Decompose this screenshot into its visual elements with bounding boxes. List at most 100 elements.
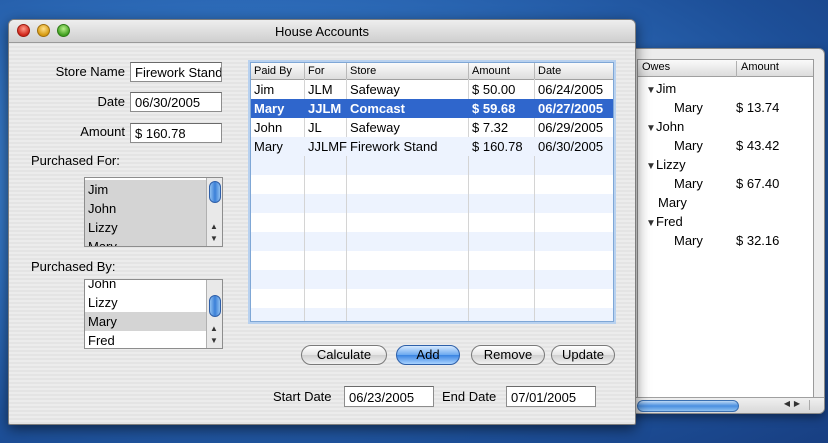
outline-amount: $ 67.40 [736, 176, 780, 191]
outline-person: John [656, 119, 685, 134]
outline-group-john[interactable]: ▼John [646, 119, 684, 134]
owes-window: Owes Amount ▼Jim Mary $ 13.74 ▼John Mary… [628, 48, 825, 414]
table-row[interactable]: Jim JLM Safeway $ 50.00 06/24/2005 [251, 80, 613, 99]
scroll-thumb[interactable] [209, 295, 221, 317]
cell-store: Safeway [350, 120, 400, 135]
cell-paid-by: John [254, 120, 283, 135]
resize-grip-icon[interactable] [809, 400, 820, 410]
outline-amount: $ 13.74 [736, 100, 780, 115]
outline-person: Fred [656, 214, 683, 229]
end-date-field[interactable]: 07/01/2005 [506, 386, 596, 407]
date-field[interactable]: 06/30/2005 [130, 92, 222, 112]
remove-button[interactable]: Remove [471, 345, 545, 365]
end-date-label: End Date [442, 389, 497, 404]
empty-row [251, 270, 613, 289]
owes-header: Owes Amount [638, 60, 813, 77]
purchased-for-scrollbar[interactable]: ▲ ▼ [206, 178, 222, 246]
owes-outline-view[interactable]: Owes Amount ▼Jim Mary $ 13.74 ▼John Mary… [637, 59, 814, 403]
cell-amount: $ 7.32 [472, 120, 509, 135]
window-titlebar[interactable]: House Accounts [9, 20, 635, 43]
disclosure-triangle-icon[interactable]: ▼ [646, 161, 656, 172]
list-item[interactable]: Jim [85, 180, 207, 199]
purchased-for-list[interactable]: Jim John Lizzy Mary ▲ ▼ [84, 177, 223, 247]
empty-row [251, 194, 613, 213]
transactions-table[interactable]: Paid By For Store Amount Date Jim JLM Sa… [250, 62, 614, 322]
disclosure-triangle-icon[interactable]: ▼ [646, 218, 656, 229]
outline-debtor: Mary [674, 233, 703, 248]
outline-debtor: Mary [674, 138, 703, 153]
cell-for: JJLM [308, 101, 342, 116]
cell-paid-by: Mary [254, 101, 285, 116]
purchased-by-scrollbar[interactable]: ▲ ▼ [206, 280, 222, 348]
empty-row [251, 156, 613, 175]
outline-amount: $ 32.16 [736, 233, 780, 248]
cell-store: Firework Stand [350, 139, 438, 154]
column-header-date[interactable]: Date [535, 63, 613, 79]
amount-column-header[interactable]: Amount [736, 61, 779, 77]
list-item[interactable]: John [85, 199, 207, 218]
cell-paid-by: Jim [254, 82, 275, 97]
add-button[interactable]: Add [396, 345, 460, 365]
amount-field[interactable]: $ 160.78 [130, 123, 222, 143]
disclosure-triangle-icon[interactable]: ▼ [646, 85, 656, 96]
cell-date: 06/29/2005 [538, 120, 604, 135]
scroll-thumb[interactable] [209, 181, 221, 203]
empty-row [251, 308, 613, 321]
scroll-thumb[interactable] [637, 400, 739, 412]
empty-row [251, 232, 613, 251]
outline-group-fred[interactable]: ▼Fred [646, 214, 683, 229]
scroll-up-arrow-icon[interactable]: ▲ [210, 324, 218, 333]
cell-for: JLM [308, 82, 333, 97]
cell-paid-by: Mary [254, 139, 283, 154]
purchased-by-list[interactable]: John Lizzy Mary Fred ▲ ▼ [84, 279, 223, 349]
disclosure-triangle-icon[interactable]: ▼ [646, 123, 656, 134]
scroll-down-arrow-icon[interactable]: ▼ [210, 234, 218, 243]
table-header: Paid By For Store Amount Date [251, 63, 613, 80]
list-item[interactable]: Mary [85, 237, 207, 246]
cell-date: 06/30/2005 [538, 139, 604, 154]
start-date-label: Start Date [273, 389, 332, 404]
column-header-paid-by[interactable]: Paid By [251, 63, 305, 79]
column-header-for[interactable]: For [305, 63, 347, 79]
list-item[interactable]: Mary [85, 312, 207, 331]
cell-amount: $ 59.68 [472, 101, 516, 116]
date-label: Date [97, 94, 125, 109]
calculate-button[interactable]: Calculate [301, 345, 387, 365]
owes-column-header[interactable]: Owes [642, 61, 670, 73]
cell-for: JJLMF [308, 139, 347, 154]
update-button[interactable]: Update [551, 345, 615, 365]
outline-person: Jim [656, 81, 677, 96]
table-row[interactable]: John JL Safeway $ 7.32 06/29/2005 [251, 118, 613, 137]
scroll-up-arrow-icon[interactable]: ▲ [210, 222, 218, 231]
owes-horizontal-scrollbar[interactable]: ◀ ▶ [629, 397, 824, 413]
purchased-for-label: Purchased For: [31, 153, 120, 168]
scroll-left-arrow-icon[interactable]: ◀ [784, 399, 790, 408]
outline-person: Lizzy [656, 157, 686, 172]
outline-group-mary[interactable]: Mary [658, 195, 687, 210]
column-header-amount[interactable]: Amount [469, 63, 535, 79]
cell-store: Safeway [350, 82, 400, 97]
store-name-label: Store Name [55, 64, 125, 79]
start-date-field[interactable]: 06/23/2005 [344, 386, 434, 407]
table-row-selected[interactable]: Mary JJLM Comcast $ 59.68 06/27/2005 [251, 99, 613, 118]
cell-amount: $ 50.00 [472, 82, 516, 97]
scroll-right-arrow-icon[interactable]: ▶ [794, 399, 800, 408]
column-header-store[interactable]: Store [347, 63, 469, 79]
table-row[interactable]: Mary JJLMF Firework Stand $ 160.78 06/30… [251, 137, 613, 156]
list-item[interactable]: Lizzy [85, 218, 207, 237]
scroll-down-arrow-icon[interactable]: ▼ [210, 336, 218, 345]
outline-debtor: Mary [674, 176, 703, 191]
list-item[interactable]: Lizzy [85, 293, 207, 312]
cell-store: Comcast [350, 101, 405, 116]
outline-group-jim[interactable]: ▼Jim [646, 81, 676, 96]
purchased-by-label: Purchased By: [31, 259, 116, 274]
list-item[interactable]: Fred [85, 331, 207, 348]
amount-label: Amount [80, 124, 125, 139]
outline-amount: $ 43.42 [736, 138, 780, 153]
outline-group-lizzy[interactable]: ▼Lizzy [646, 157, 686, 172]
cell-date: 06/27/2005 [538, 101, 604, 116]
list-item[interactable]: John [85, 280, 207, 293]
house-accounts-window: House Accounts Store Name Firework Stand… [8, 19, 636, 425]
store-name-field[interactable]: Firework Stand [130, 62, 222, 82]
window-title: House Accounts [275, 24, 369, 39]
